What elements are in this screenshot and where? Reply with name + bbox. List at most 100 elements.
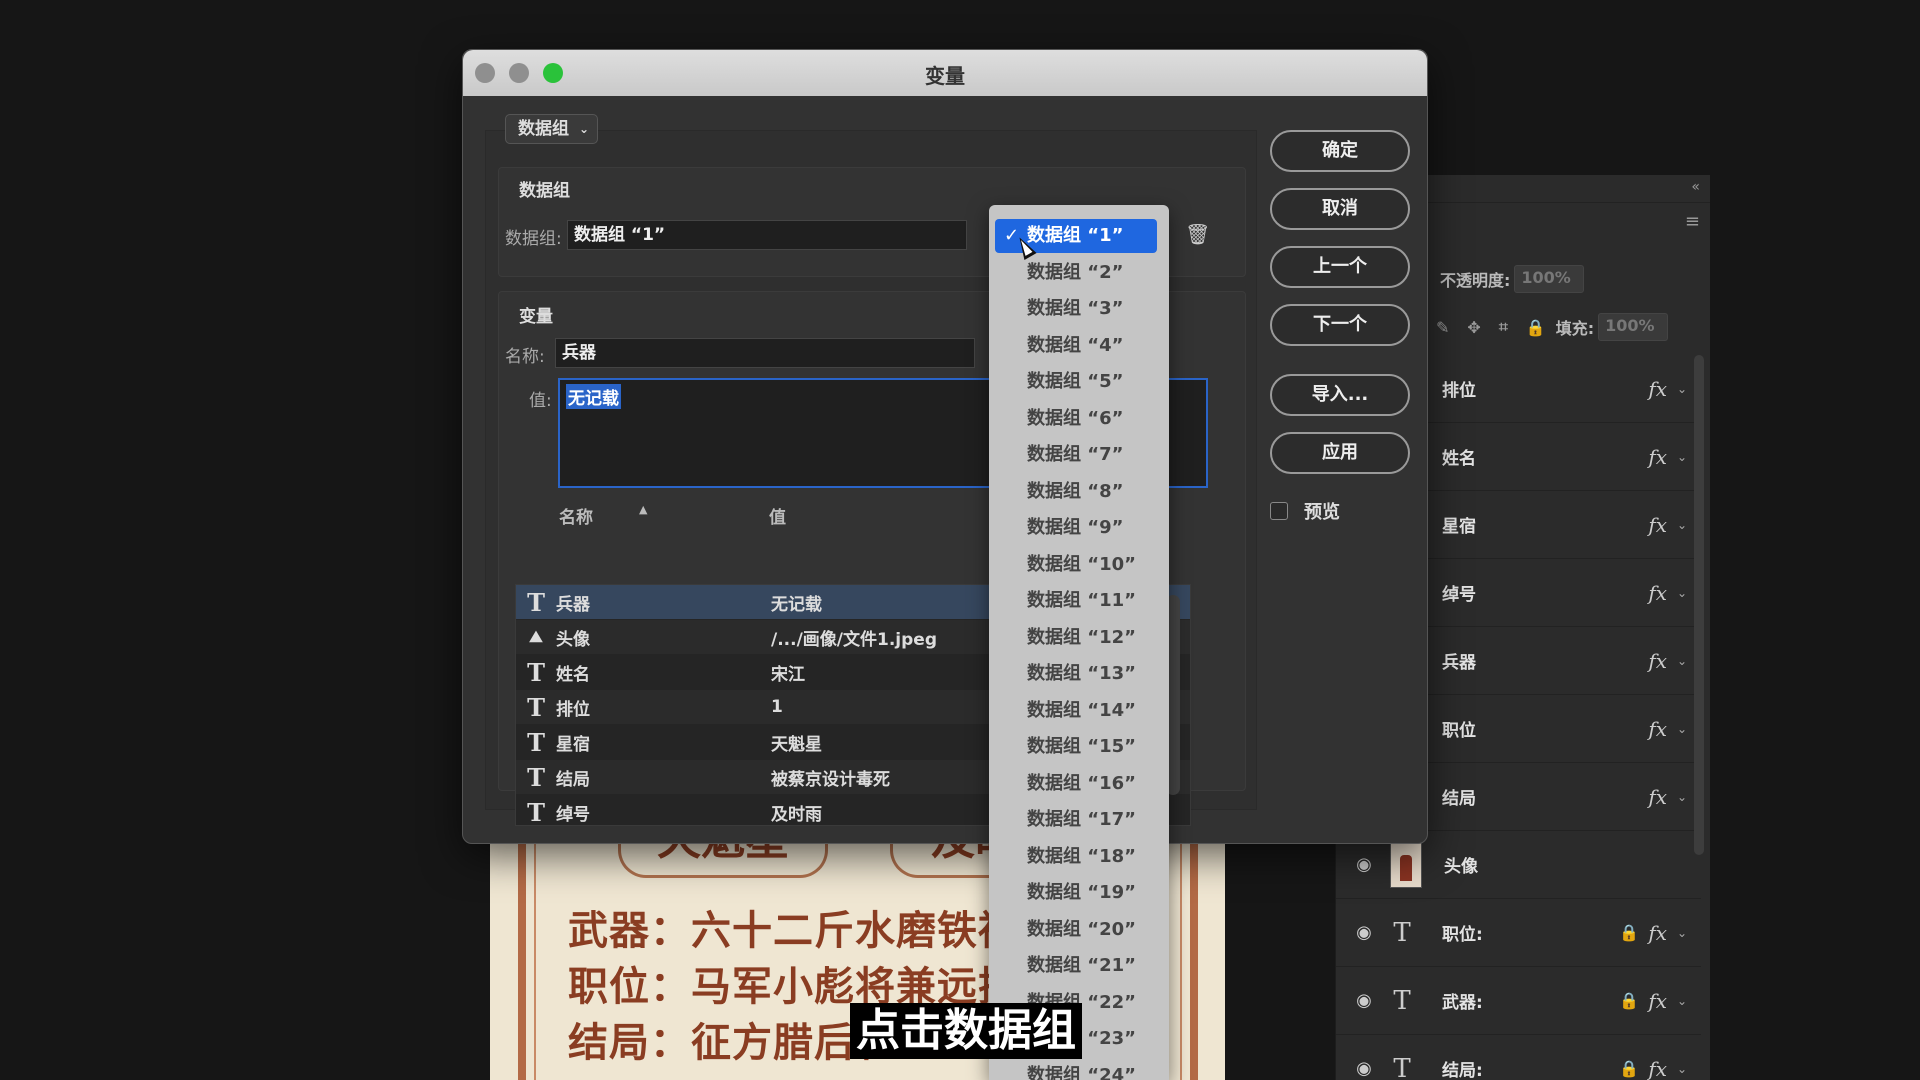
delete-dataset-icon[interactable]: 🗑 xyxy=(1185,222,1210,246)
fx-effects-icon[interactable]: fx xyxy=(1648,445,1667,469)
dataset-menu-item[interactable]: 数据组 “24” xyxy=(995,1059,1157,1080)
dataset-menu-item[interactable]: 数据组 “17” xyxy=(995,803,1157,837)
dataset-menu-item[interactable]: 数据组 “16” xyxy=(995,767,1157,801)
dataset-menu-item[interactable]: 数据组 “20” xyxy=(995,913,1157,947)
dataset-menu-item-label: 数据组 “11” xyxy=(1027,590,1136,611)
text-layer-icon: T xyxy=(1393,1053,1411,1080)
collapse-panel-icon[interactable]: « xyxy=(1691,179,1700,195)
import-button[interactable]: 导入... xyxy=(1270,374,1410,416)
lock-icon: 🔒 xyxy=(1619,991,1639,1010)
previous-button[interactable]: 上一个 xyxy=(1270,246,1410,288)
variable-section-title: 变量 xyxy=(519,307,553,327)
next-button[interactable]: 下一个 xyxy=(1270,304,1410,346)
layer-row[interactable]: ◉ T 职位: 🔒 fx ⌄ xyxy=(1336,899,1701,967)
name-field[interactable]: 兵器 xyxy=(555,338,975,368)
fx-effects-icon[interactable]: fx xyxy=(1648,513,1667,537)
poster-ending-line: 结局：征方腊后和 xyxy=(568,1019,896,1066)
dataset-menu-item[interactable]: 数据组 “13” xyxy=(995,657,1157,691)
layer-name: 武器: xyxy=(1442,993,1483,1013)
brush-lock-icon[interactable]: ✎ xyxy=(1436,318,1449,337)
lock-all-icon[interactable]: 🔒 xyxy=(1526,318,1546,337)
dataset-label: 数据组: xyxy=(505,229,562,249)
dataset-menu-item[interactable]: 数据组 “14” xyxy=(995,694,1157,728)
fx-effects-icon[interactable]: fx xyxy=(1648,921,1667,945)
table-header-value[interactable]: 值 xyxy=(769,503,786,528)
dataset-menu-item[interactable]: 数据组 “3” xyxy=(995,292,1157,326)
layers-scrollbar[interactable] xyxy=(1694,355,1704,855)
row-name: 排位 xyxy=(556,699,590,720)
artboard-lock-icon[interactable]: ⌗ xyxy=(1499,317,1508,337)
dataset-menu-item-label: 数据组 “8” xyxy=(1027,480,1124,502)
dataset-menu-item[interactable]: 数据组 “12” xyxy=(995,621,1157,655)
fx-effects-icon[interactable]: fx xyxy=(1648,377,1667,401)
value-selected-text: 无记载 xyxy=(566,384,621,409)
fx-effects-icon[interactable]: fx xyxy=(1648,1057,1667,1080)
layer-name: 头像 xyxy=(1444,857,1478,877)
variables-dialog: 变量 数据组 数据组: 数据组 “1” 🗑 变量 名称: 兵器 值: 无记载 名… xyxy=(462,49,1428,844)
cancel-button[interactable]: 取消 xyxy=(1270,188,1410,230)
dataset-menu-item-label: 数据组 “20” xyxy=(1027,918,1136,940)
move-lock-icon[interactable]: ✥ xyxy=(1467,318,1480,337)
dataset-menu-item[interactable]: 数据组 “21” xyxy=(995,949,1157,983)
dataset-menu-item[interactable]: 数据组 “15” xyxy=(995,730,1157,764)
row-name: 星宿 xyxy=(556,734,590,755)
fx-effects-icon[interactable]: fx xyxy=(1648,717,1667,741)
dataset-popup-label: 数据组 xyxy=(518,119,569,139)
fx-effects-icon[interactable]: fx xyxy=(1648,649,1667,673)
dialog-titlebar: 变量 xyxy=(463,50,1427,96)
visibility-eye-icon[interactable]: ◉ xyxy=(1344,922,1384,943)
chevron-down-icon[interactable]: ⌄ xyxy=(1677,518,1687,532)
layer-row[interactable]: ◉ T 武器: 🔒 fx ⌄ xyxy=(1336,967,1701,1035)
dataset-menu-item[interactable]: 数据组 “11” xyxy=(995,584,1157,618)
chevron-down-icon[interactable]: ⌄ xyxy=(1677,722,1687,736)
dataset-menu-item[interactable]: 数据组 “8” xyxy=(995,475,1157,509)
layer-name: 排位 xyxy=(1442,381,1476,401)
visibility-eye-icon[interactable]: ◉ xyxy=(1344,990,1384,1011)
fx-effects-icon[interactable]: fx xyxy=(1648,785,1667,809)
dataset-menu-item[interactable]: 数据组 “18” xyxy=(995,840,1157,874)
poster-weapon-line: 武器：六十二斤水磨铁禅 xyxy=(568,907,1019,954)
table-header-name[interactable]: 名称 xyxy=(559,503,593,528)
dataset-menu-item[interactable]: 数据组 “6” xyxy=(995,402,1157,436)
chevron-down-icon[interactable]: ⌄ xyxy=(1677,450,1687,464)
dataset-popup-menu[interactable]: 数据组 ⌄ xyxy=(505,114,598,144)
dataset-select[interactable]: 数据组 “1” xyxy=(567,220,967,250)
opacity-input[interactable]: 100% xyxy=(1514,265,1585,293)
dataset-menu-item[interactable]: 数据组 “7” xyxy=(995,438,1157,472)
chevron-down-icon[interactable]: ⌄ xyxy=(1677,926,1687,940)
apply-button[interactable]: 应用 xyxy=(1270,432,1410,474)
chevron-down-icon[interactable]: ⌄ xyxy=(1677,1062,1687,1076)
layer-name: 兵器 xyxy=(1442,653,1476,673)
fill-input[interactable]: 100% xyxy=(1598,313,1669,341)
dataset-menu-item[interactable]: 数据组 “2” xyxy=(995,256,1157,290)
sort-ascending-icon[interactable]: ▲ xyxy=(639,503,647,516)
fx-effects-icon[interactable]: fx xyxy=(1648,989,1667,1013)
name-label: 名称: xyxy=(505,347,545,367)
lock-icon: 🔒 xyxy=(1619,1059,1639,1078)
dataset-menu-item[interactable]: 数据组 “19” xyxy=(995,876,1157,910)
preview-option[interactable]: 预览 xyxy=(1270,498,1340,524)
lock-icon: 🔒 xyxy=(1619,923,1639,942)
dataset-menu-item[interactable]: 数据组 “5” xyxy=(995,365,1157,399)
dataset-menu-item[interactable]: 数据组 “10” xyxy=(995,548,1157,582)
chevron-down-icon[interactable]: ⌄ xyxy=(1677,586,1687,600)
lock-fill-row: ✎ ✥ ⌗ 🔒 填充: 100% xyxy=(1436,313,1669,341)
text-layer-icon: T xyxy=(1393,917,1411,948)
chevron-down-icon[interactable]: ⌄ xyxy=(1677,790,1687,804)
fx-effects-icon[interactable]: fx xyxy=(1648,581,1667,605)
dataset-menu-item-label: 数据组 “2” xyxy=(1027,261,1124,283)
layer-name: 绰号 xyxy=(1442,585,1476,605)
ok-button[interactable]: 确定 xyxy=(1270,130,1410,172)
panel-menu-icon[interactable]: ≡ xyxy=(1685,211,1700,232)
dataset-menu-item[interactable]: 数据组 “9” xyxy=(995,511,1157,545)
preview-checkbox[interactable] xyxy=(1270,502,1288,520)
text-variable-icon: T xyxy=(527,692,545,722)
chevron-down-icon[interactable]: ⌄ xyxy=(1677,654,1687,668)
opacity-label: 不透明度: xyxy=(1440,271,1511,290)
dataset-menu-item[interactable]: 数据组 “4” xyxy=(995,329,1157,363)
chevron-down-icon[interactable]: ⌄ xyxy=(1677,382,1687,396)
visibility-eye-icon[interactable]: ◉ xyxy=(1344,854,1384,875)
layer-row[interactable]: ◉ T 结局: 🔒 fx ⌄ xyxy=(1336,1035,1701,1080)
visibility-eye-icon[interactable]: ◉ xyxy=(1344,1058,1384,1079)
chevron-down-icon[interactable]: ⌄ xyxy=(1677,994,1687,1008)
